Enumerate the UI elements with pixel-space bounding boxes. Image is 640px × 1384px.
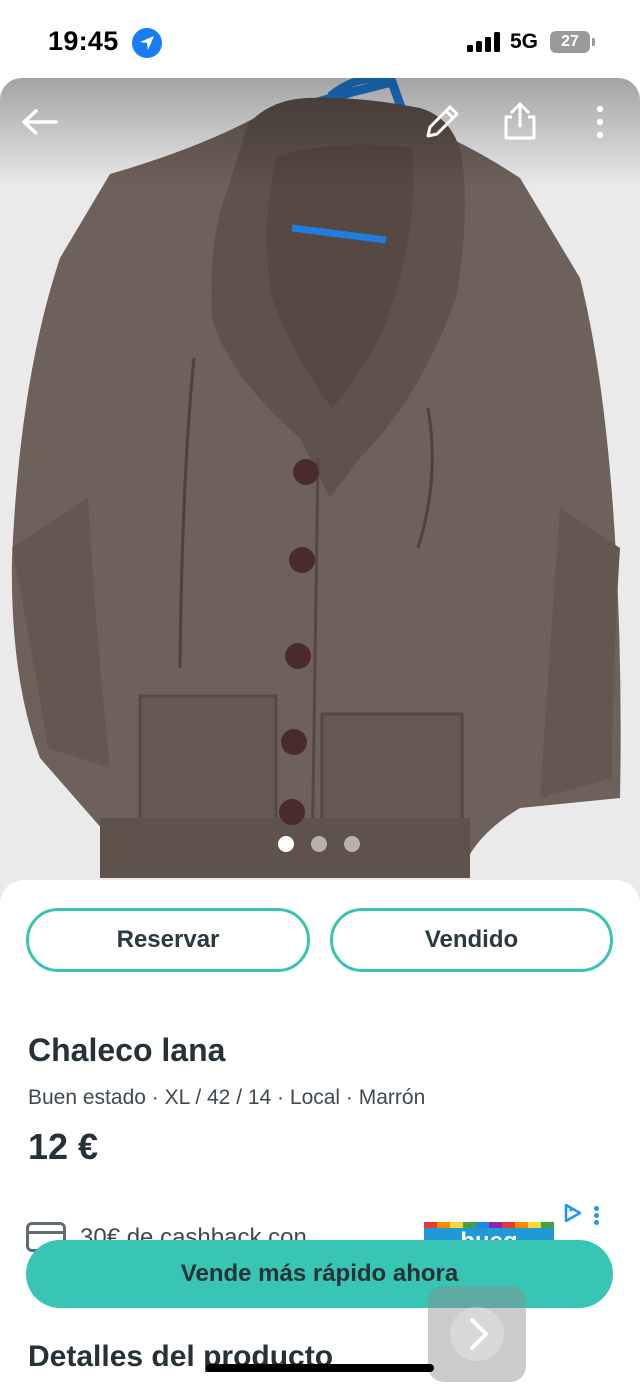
photo-top-gradient (0, 78, 640, 188)
carousel-dot[interactable] (278, 836, 294, 852)
carousel-dot[interactable] (344, 836, 360, 852)
next-chevron-button[interactable] (428, 1286, 526, 1382)
carousel-dot[interactable] (311, 836, 327, 852)
product-attributes: Buen estado · XL / 42 / 14 · Local · Mar… (28, 1086, 426, 1109)
status-time: 19:45 (48, 26, 119, 56)
product-title: Chaleco lana (28, 1032, 226, 1068)
sold-button[interactable]: Vendido (330, 908, 613, 972)
back-arrow-icon[interactable] (18, 100, 62, 144)
cardigan-image (0, 78, 640, 938)
adchoices-icon[interactable] (562, 1202, 584, 1224)
product-price: 12 € (28, 1126, 99, 1167)
carousel-dots (278, 836, 368, 856)
status-bar: 19:45 5G 27 (0, 0, 640, 84)
share-icon[interactable] (498, 100, 542, 144)
product-sheet: Reservar Vendido Chaleco lana Buen estad… (0, 880, 640, 1384)
signal-icon (467, 32, 501, 52)
product-photo[interactable] (0, 78, 640, 938)
more-vertical-icon[interactable] (578, 100, 622, 144)
battery-tip (592, 38, 595, 46)
reserve-button[interactable]: Reservar (26, 908, 310, 972)
ad-more-icon[interactable] (594, 1206, 602, 1228)
pencil-edit-icon[interactable] (420, 100, 464, 144)
location-arrow-icon (132, 28, 162, 58)
network-type: 5G (510, 30, 539, 53)
home-indicator (206, 1364, 434, 1372)
battery-level: 27 (561, 33, 579, 50)
battery-icon: 27 (550, 31, 590, 53)
